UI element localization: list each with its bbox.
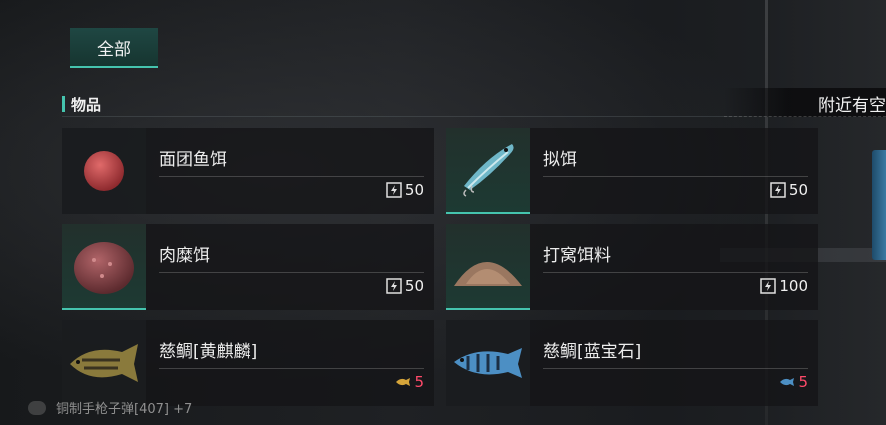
meat-ball-icon	[74, 242, 134, 294]
item-quantity: 5	[779, 373, 808, 391]
item-thumbnail	[446, 128, 530, 214]
item-thumbnail	[62, 224, 146, 310]
item-thumbnail	[62, 128, 146, 214]
item-divider	[543, 368, 808, 369]
background-can	[872, 150, 886, 260]
item-thumbnail	[446, 224, 530, 310]
section-title: 物品	[71, 96, 102, 114]
item-quantity: 50	[386, 181, 424, 199]
item-divider	[543, 176, 808, 177]
fish-icon	[396, 378, 411, 386]
item-card-groundbait[interactable]: 打窝饵料 100	[446, 224, 818, 310]
item-divider	[543, 272, 808, 273]
item-quantity-value: 50	[788, 181, 808, 199]
item-card-cichlid-yellow[interactable]: 慈鲷[黄麒麟] 5	[62, 320, 434, 406]
item-name: 慈鲷[黄麒麟]	[159, 342, 258, 362]
item-divider	[159, 368, 424, 369]
item-card-lure[interactable]: 拟饵 50	[446, 128, 818, 214]
item-quantity-value: 50	[404, 277, 424, 295]
item-card-minced-meat-bait[interactable]: 肉糜饵 50	[62, 224, 434, 310]
groundbait-pile-icon	[454, 262, 522, 286]
pickup-notification-text: 铜制手枪子弹[407] +7	[56, 402, 193, 417]
item-quantity: 50	[770, 181, 808, 199]
nearby-label: 附近有空	[818, 96, 886, 116]
item-name: 拟饵	[543, 150, 577, 170]
bait-icon	[760, 278, 777, 294]
bait-icon	[770, 182, 786, 198]
item-quantity: 50	[386, 277, 424, 295]
item-quantity-value: 5	[414, 373, 424, 391]
section-accent-bar	[62, 96, 65, 112]
ammo-icon	[28, 400, 46, 415]
item-quantity-value: 5	[798, 373, 808, 391]
bait-icon	[386, 278, 402, 294]
item-name: 打窝饵料	[543, 246, 611, 266]
pickup-notification: 铜制手枪子弹[407] +7	[28, 398, 192, 417]
item-quantity-value: 50	[404, 181, 424, 199]
tab-all[interactable]: 全部	[70, 28, 158, 68]
fish-icon	[780, 378, 795, 386]
item-name: 面团鱼饵	[159, 150, 227, 170]
item-card-dough-bait[interactable]: 面团鱼饵 50	[62, 128, 434, 214]
item-quantity: 5	[395, 373, 424, 391]
item-card-cichlid-blue[interactable]: 慈鲷[蓝宝石] 5	[446, 320, 818, 406]
dough-ball-icon	[84, 151, 124, 191]
item-thumbnail	[62, 320, 146, 406]
yellow-cichlid-icon	[70, 344, 138, 382]
item-divider	[159, 272, 424, 273]
lure-icon	[463, 144, 514, 197]
item-quantity: 100	[760, 277, 808, 295]
item-divider	[159, 176, 424, 177]
item-quantity-value: 100	[779, 277, 808, 295]
item-thumbnail	[446, 320, 530, 406]
item-name: 慈鲷[蓝宝石]	[543, 342, 642, 362]
blue-cichlid-icon	[454, 348, 522, 378]
item-name: 肉糜饵	[159, 246, 210, 266]
bait-icon	[386, 182, 402, 198]
